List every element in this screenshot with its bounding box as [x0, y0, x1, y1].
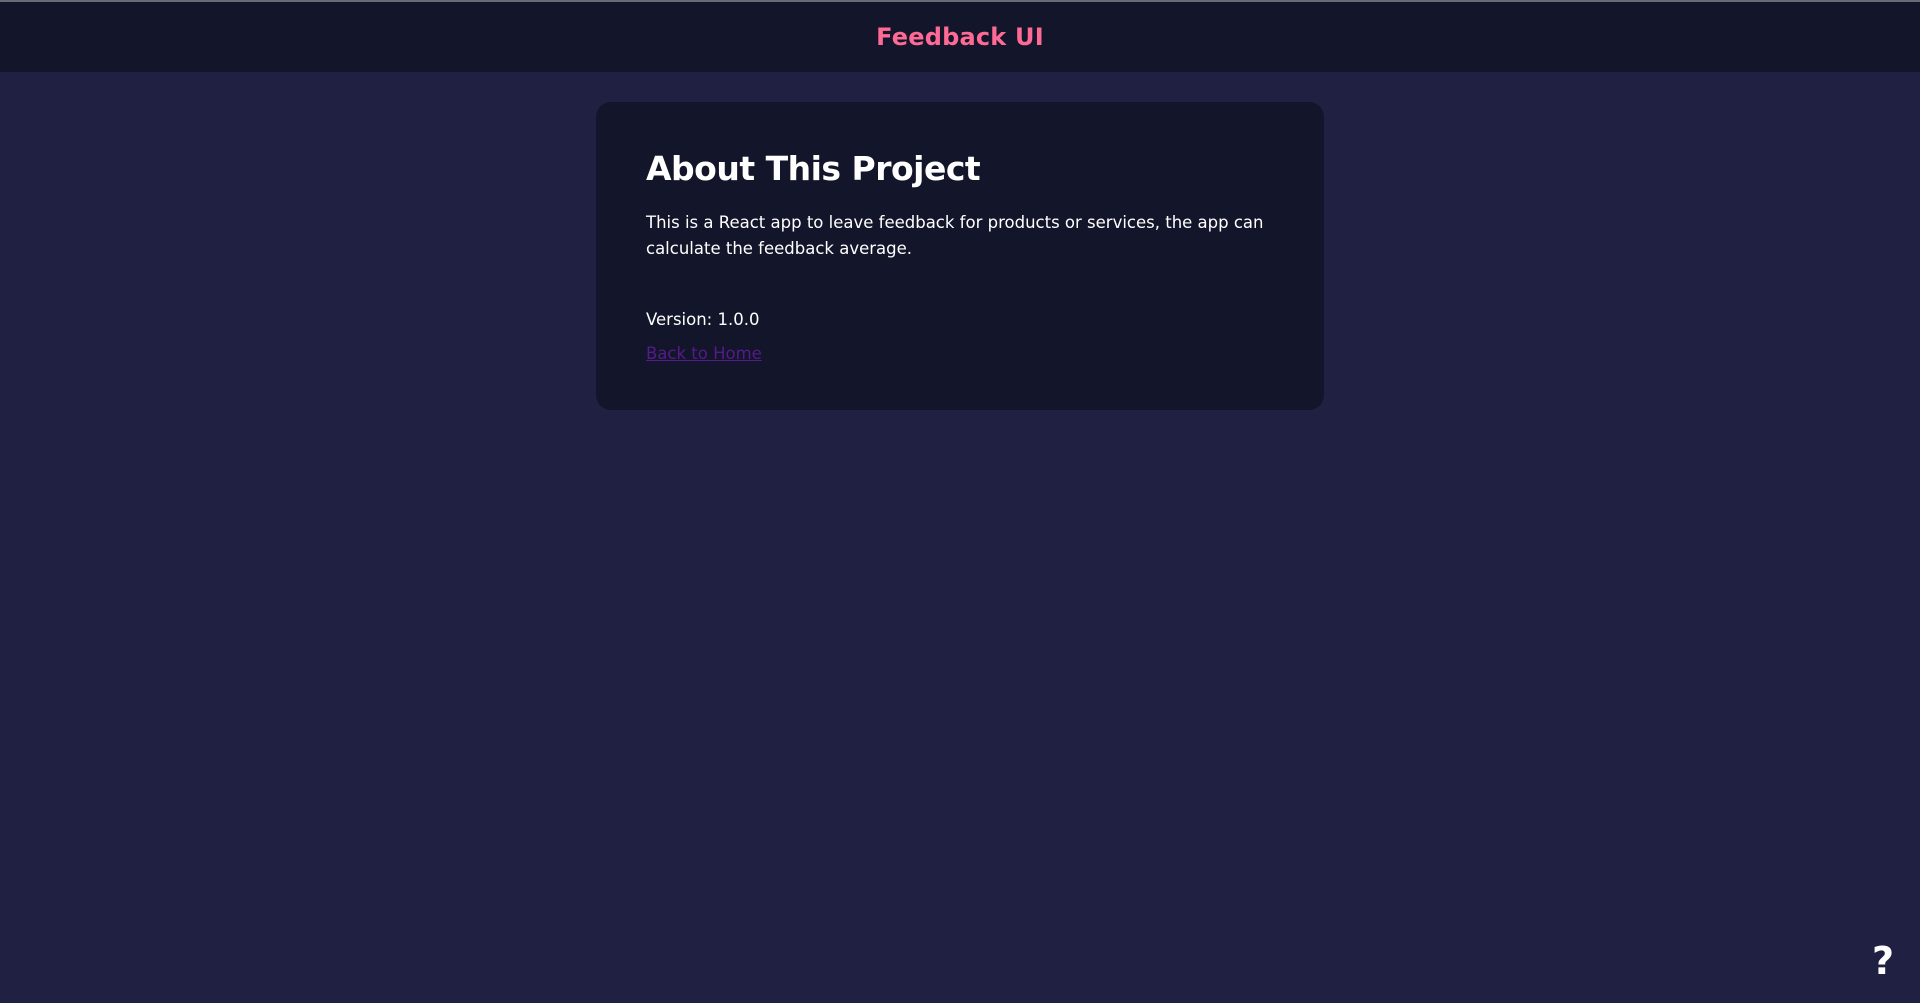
project-description: This is a React app to leave feedback fo… [646, 213, 1264, 258]
back-to-home-link[interactable]: Back to Home [646, 342, 762, 366]
question-icon: ? [1871, 939, 1895, 983]
app-header: Feedback UI [0, 2, 1920, 72]
page-title: About This Project [646, 149, 981, 188]
app-title: Feedback UI [876, 23, 1044, 51]
about-card: About This Project This is a React app t… [596, 102, 1324, 410]
help-button[interactable]: ? [1868, 939, 1898, 983]
version-text: Version: 1.0.0 [646, 310, 760, 329]
